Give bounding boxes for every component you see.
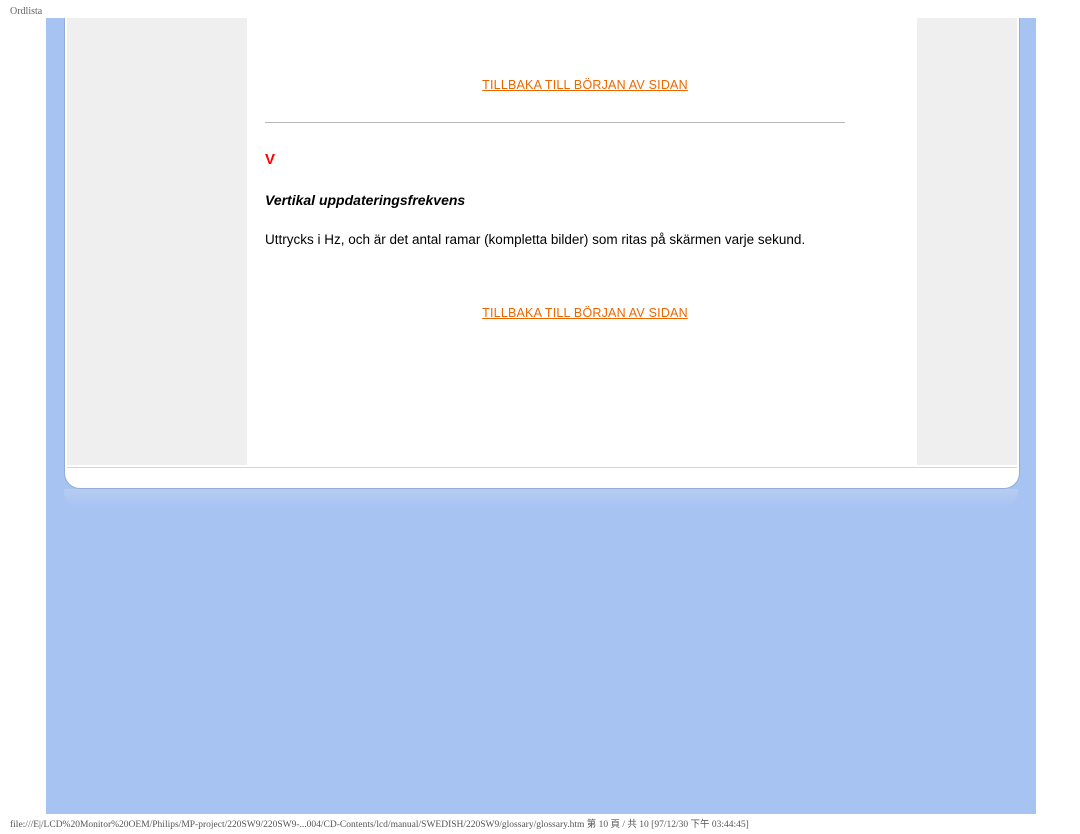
background-region: TILLBAKA TILL BÖRJAN AV SIDAN V Vertikal… <box>46 18 1036 814</box>
page-header-label: Ordlista <box>10 6 42 17</box>
glossary-term: Vertikal uppdateringsfrekvens <box>265 192 905 208</box>
panel-shadow <box>64 489 1018 507</box>
content-panel: TILLBAKA TILL BÖRJAN AV SIDAN V Vertikal… <box>64 18 1020 489</box>
sidebar-left <box>67 18 247 465</box>
sidebar-right <box>917 18 1017 465</box>
section-letter-heading: V <box>265 151 905 168</box>
back-to-top-link-lower[interactable]: TILLBAKA TILL BÖRJAN AV SIDAN <box>305 306 865 320</box>
panel-bottom-bar <box>67 467 1017 486</box>
main-content: TILLBAKA TILL BÖRJAN AV SIDAN V Vertikal… <box>265 18 905 320</box>
footer-file-path: file:///E|/LCD%20Monitor%20OEM/Philips/M… <box>10 816 749 830</box>
back-to-top-link-upper[interactable]: TILLBAKA TILL BÖRJAN AV SIDAN <box>305 78 865 92</box>
glossary-definition: Uttrycks i Hz, och är det antal ramar (k… <box>265 230 845 250</box>
section-divider <box>265 122 845 123</box>
